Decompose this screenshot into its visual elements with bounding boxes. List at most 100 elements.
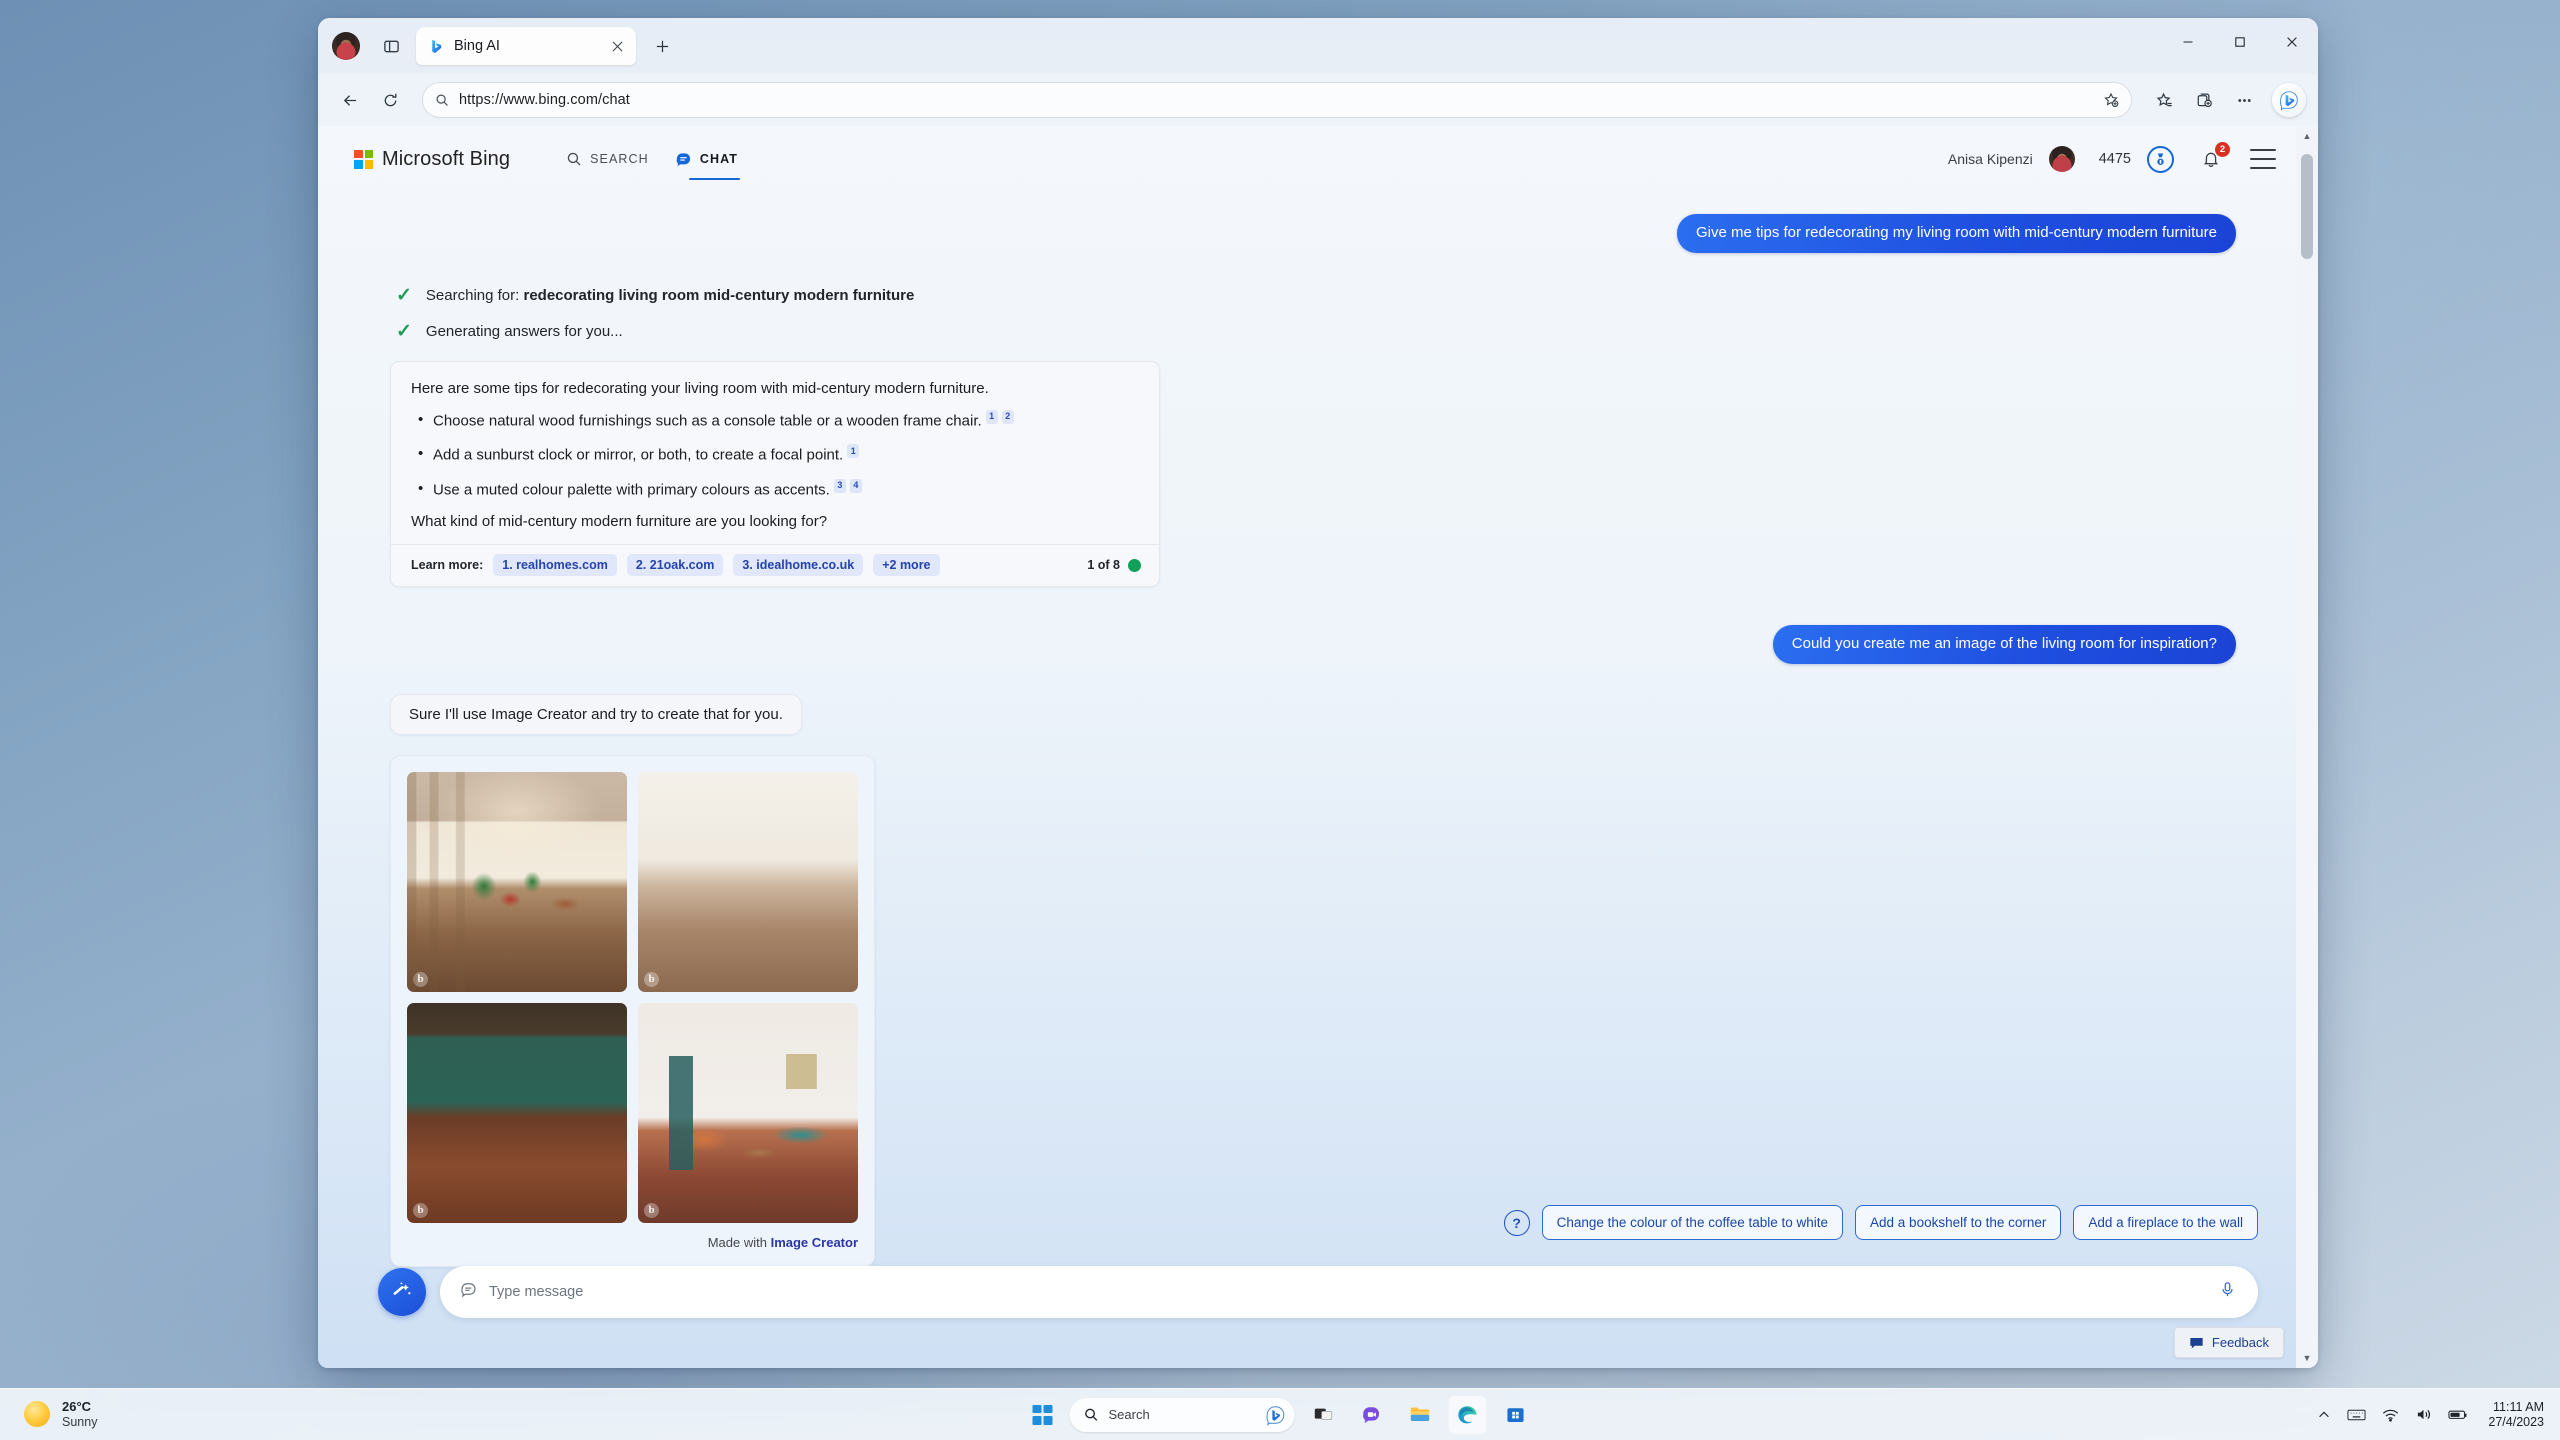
suggestion-chips: ? Change the colour of the coffee table …	[1503, 1205, 2258, 1240]
suggestion-chip[interactable]: Add a fireplace to the wall	[2073, 1205, 2258, 1240]
citation-ref[interactable]: 2	[1001, 409, 1014, 424]
generated-image-grid: b b b b	[407, 771, 858, 1223]
taskbar-clock[interactable]: 11:11 AM 27/4/2023	[2488, 1400, 2544, 1430]
tab-chat[interactable]: CHAT	[675, 126, 741, 192]
answer-body: Here are some tips for redecorating your…	[391, 362, 1159, 544]
suggestion-chip[interactable]: Add a bookshelf to the corner	[1855, 1205, 2062, 1240]
tab-actions-icon[interactable]	[374, 29, 408, 63]
magic-wand-icon[interactable]	[378, 1268, 426, 1316]
rewards-medal-icon[interactable]	[2147, 145, 2174, 173]
image-creator-link[interactable]: Image Creator	[771, 1235, 858, 1250]
answer-follow-up: What kind of mid-century modern furnitur…	[411, 513, 828, 530]
status-dot-icon	[1128, 558, 1141, 572]
bing-copilot-icon[interactable]	[2272, 83, 2306, 117]
window-close-button[interactable]	[2266, 18, 2318, 66]
source-link[interactable]: 1. realhomes.com	[493, 554, 617, 576]
taskbar-weather-widget[interactable]: 26°C Sunny	[0, 1399, 97, 1429]
generated-image[interactable]: b	[638, 1002, 858, 1223]
page-scrollbar[interactable]: ▲ ▼	[2296, 126, 2318, 1368]
taskbar-search-label: Search	[1108, 1407, 1150, 1422]
tab-title: Bing AI	[454, 38, 500, 54]
weather-text: 26°C Sunny	[62, 1399, 97, 1429]
user-message-row-2: Could you create me an image of the livi…	[378, 625, 2236, 664]
suggestion-chip[interactable]: Change the colour of the coffee table to…	[1541, 1205, 1844, 1240]
user-message-row: Give me tips for redecorating my living …	[378, 214, 2236, 253]
notifications-bell[interactable]: 2	[2198, 142, 2230, 172]
volume-icon[interactable]	[2415, 1407, 2432, 1422]
user-message-bubble: Give me tips for redecorating my living …	[1676, 214, 2236, 253]
browser-profile-avatar[interactable]	[332, 32, 360, 60]
chat-teams-icon[interactable]	[1353, 1396, 1391, 1434]
scroll-down-icon[interactable]: ▼	[2303, 1348, 2312, 1368]
microsoft-bing-logo[interactable]: Microsoft Bing	[354, 148, 510, 171]
answer-bullet-list: Choose natural wood furnishings such as …	[411, 409, 1139, 501]
search-icon	[435, 93, 449, 107]
taskbar-center: Search	[1026, 1395, 1535, 1434]
list-item: Add a sunburst clock or mirror, or both,…	[411, 443, 1139, 466]
address-bar-url: https://www.bing.com/chat	[459, 92, 630, 108]
close-icon[interactable]	[606, 35, 628, 57]
more-sources-button[interactable]: +2 more	[873, 554, 940, 576]
sun-icon	[24, 1401, 50, 1428]
battery-icon[interactable]	[2448, 1408, 2468, 1421]
rewards-points: 4475	[2098, 151, 2131, 167]
file-explorer-icon[interactable]	[1401, 1396, 1439, 1434]
message-input-wrapper[interactable]	[440, 1266, 2258, 1318]
citation-ref[interactable]: 3	[833, 478, 846, 493]
source-link[interactable]: 3. idealhome.co.uk	[733, 554, 864, 576]
generated-image[interactable]: b	[638, 771, 858, 992]
favorites-icon[interactable]	[2146, 82, 2182, 118]
scrollbar-thumb[interactable]	[2301, 154, 2313, 259]
message-input[interactable]	[489, 1284, 2207, 1300]
address-bar[interactable]: https://www.bing.com/chat	[422, 82, 2132, 118]
citation-ref[interactable]: 1	[985, 409, 998, 424]
search-icon	[1084, 1407, 1099, 1422]
back-icon[interactable]	[332, 82, 368, 118]
bullet-text: Add a sunburst clock or mirror, or both,…	[433, 446, 844, 464]
scrollbar-track[interactable]	[2296, 146, 2318, 1348]
page-counter: 1 of 8	[1087, 558, 1141, 572]
hamburger-icon[interactable]	[2250, 149, 2276, 169]
status-generating-text: Generating answers for you...	[425, 322, 623, 340]
bing-icon[interactable]	[1265, 1404, 1287, 1426]
avatar[interactable]	[2048, 146, 2075, 172]
keyboard-icon[interactable]	[2347, 1408, 2366, 1422]
collections-icon[interactable]	[2186, 82, 2222, 118]
maximize-button[interactable]	[2214, 18, 2266, 66]
feedback-button[interactable]: Feedback	[2173, 1327, 2284, 1358]
minimize-button[interactable]	[2162, 18, 2214, 66]
microphone-icon[interactable]	[2219, 1281, 2236, 1303]
taskbar-search-box[interactable]: Search	[1069, 1397, 1295, 1432]
taskbar-date: 27/4/2023	[2488, 1414, 2544, 1429]
more-icon[interactable]	[2226, 82, 2262, 118]
bing-nav-tabs: SEARCH CHAT	[566, 126, 741, 192]
source-link[interactable]: 2. 21oak.com	[626, 554, 724, 576]
refresh-icon[interactable]	[372, 82, 408, 118]
weather-temperature: 26°C	[62, 1399, 92, 1415]
check-icon: ✓	[396, 284, 412, 306]
status-searching-row: ✓ Searching for: redecorating living roo…	[396, 286, 2236, 305]
new-tab-button[interactable]	[646, 30, 678, 62]
citation-ref[interactable]: 1	[847, 444, 860, 458]
generated-image[interactable]: b	[407, 1002, 627, 1223]
wifi-icon[interactable]	[2382, 1408, 2399, 1422]
task-view-icon[interactable]	[1305, 1396, 1343, 1434]
question-mark-icon[interactable]: ?	[1503, 1209, 1530, 1236]
browser-tab[interactable]: Bing AI	[416, 27, 636, 65]
citation-ref[interactable]: 4	[849, 478, 862, 493]
edge-browser-icon[interactable]	[1448, 1395, 1487, 1434]
microsoft-store-icon[interactable]	[1497, 1396, 1535, 1434]
windows-start-icon[interactable]	[1026, 1398, 1060, 1432]
generated-image[interactable]: b	[407, 771, 627, 992]
chevron-up-icon[interactable]	[2317, 1408, 2331, 1422]
scroll-up-icon[interactable]: ▲	[2303, 126, 2312, 146]
bing-logo-text: Microsoft Bing	[382, 147, 511, 170]
add-favorite-icon[interactable]	[2103, 92, 2119, 108]
status-query: redecorating living room mid-century mod…	[523, 286, 915, 304]
status-generating-row: ✓ Generating answers for you...	[396, 322, 2236, 341]
bing-page-header: Microsoft Bing SEARCH CHAT Anisa Kipenzi…	[318, 126, 2318, 192]
tab-search[interactable]: SEARCH	[566, 126, 649, 192]
answer-sources-footer: Learn more: 1. realhomes.com 2. 21oak.co…	[391, 544, 1159, 586]
list-item: Use a muted colour palette with primary …	[411, 478, 1139, 501]
bing-icon	[428, 38, 445, 55]
